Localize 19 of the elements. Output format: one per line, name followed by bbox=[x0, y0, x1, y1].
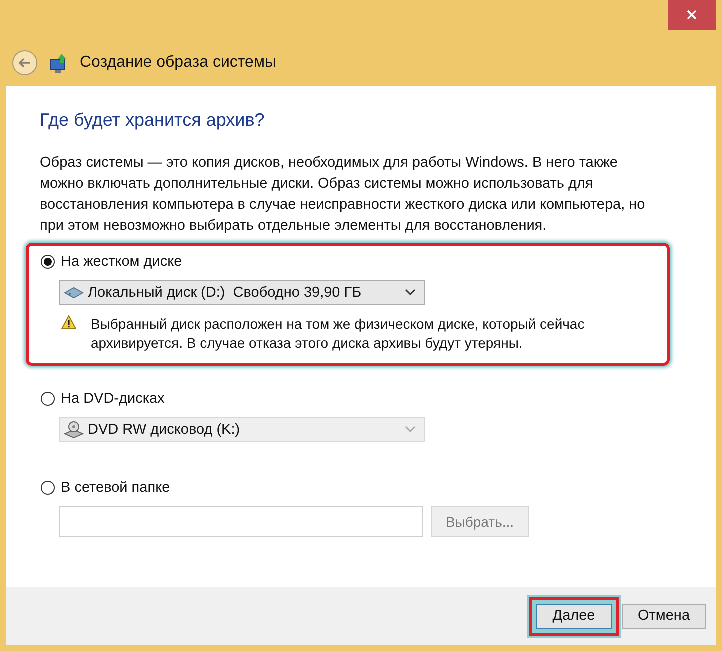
radio-option[interactable]: На жестком диске bbox=[41, 254, 657, 270]
drive-dropdown[interactable]: Локальный диск (D:) Свободно 39,90 ГБ bbox=[59, 280, 425, 305]
disc-drive-icon bbox=[64, 420, 84, 438]
drive-icon bbox=[64, 286, 84, 298]
radio-button[interactable] bbox=[41, 255, 55, 269]
warning-message: Выбранный диск расположен на том же физическом диске, который сейчас архивируется. В случае отказа этого диска архивы будут утеряны. bbox=[91, 315, 586, 353]
option-label: На жестком диске bbox=[61, 254, 182, 270]
close-icon bbox=[687, 10, 697, 20]
close-button[interactable] bbox=[668, 0, 716, 30]
option-label: На DVD-дисках bbox=[61, 391, 165, 407]
page-heading: Где будет хранится архив? bbox=[40, 110, 266, 131]
warning-icon bbox=[61, 315, 77, 330]
chevron-down-icon bbox=[405, 426, 416, 433]
back-icon[interactable] bbox=[12, 50, 38, 76]
chevron-down-icon bbox=[405, 289, 416, 296]
option-label: В сетевой папке bbox=[61, 480, 170, 496]
window-title: Создание образа системы bbox=[80, 54, 276, 72]
description-text: Образ системы — это копия дисков, необходимых для работы Windows. В него также можно включать дополнительные диски. Образ системы можно использовать для восстановления компьютера в случае неисправности жесткого диска или компьютера, но при этом невозможно выбирать отдельные элементы для восстановления. bbox=[40, 154, 646, 236]
cancel-button[interactable]: Отмена bbox=[622, 604, 706, 628]
